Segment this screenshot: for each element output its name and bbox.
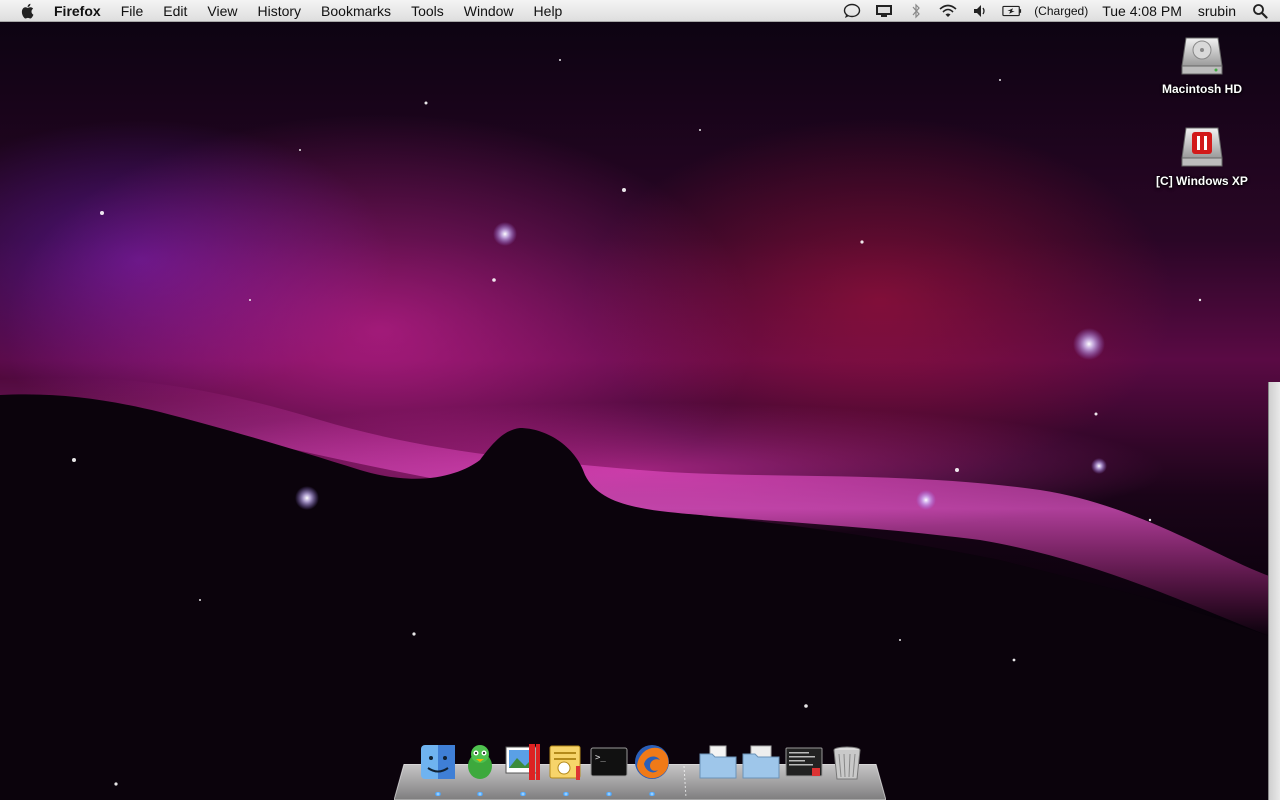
desktop[interactable]: Firefox File Edit View History Bookmarks… <box>0 0 1280 800</box>
chat-bubble-icon[interactable] <box>842 3 862 19</box>
battery-icon[interactable] <box>1002 3 1022 19</box>
desktop-icon-label: Macintosh HD <box>1161 82 1242 96</box>
apple-menu-icon[interactable] <box>18 1 38 21</box>
running-indicator <box>563 792 569 796</box>
dock-ical[interactable] <box>546 742 586 782</box>
offscreen-window-edge[interactable] <box>1268 382 1280 800</box>
dock-terminal[interactable]: >_ <box>589 742 629 782</box>
menu-window[interactable]: Window <box>454 0 524 22</box>
windows-drive-icon <box>1178 122 1226 170</box>
dock-downloads-folder[interactable] <box>741 742 781 782</box>
dock-preview[interactable] <box>503 742 543 782</box>
menu-file[interactable]: File <box>111 0 154 22</box>
running-indicator <box>606 792 612 796</box>
menu-edit[interactable]: Edit <box>153 0 197 22</box>
downloads-folder-icon <box>742 745 780 779</box>
menu-help[interactable]: Help <box>524 0 573 22</box>
firefox-icon <box>635 745 669 779</box>
finder-icon <box>421 745 455 779</box>
desktop-icon-windows-xp[interactable]: [C] Windows XP <box>1147 122 1257 188</box>
wallpaper-nebula <box>0 59 1280 800</box>
menu-history[interactable]: History <box>247 0 311 22</box>
running-indicator <box>435 792 441 796</box>
dock: >_ <box>394 738 886 800</box>
dock-finder[interactable] <box>418 742 458 782</box>
dock-trash[interactable] <box>827 742 867 782</box>
wifi-icon[interactable] <box>938 3 958 19</box>
display-mirroring-icon[interactable] <box>874 3 894 19</box>
adium-icon <box>468 745 492 779</box>
bluetooth-icon[interactable] <box>906 3 926 19</box>
volume-icon[interactable] <box>970 3 990 19</box>
menu-app-name[interactable]: Firefox <box>52 0 111 22</box>
status-menus: (Charged) Tue 4:08 PM srubin <box>836 0 1280 21</box>
menu-tools[interactable]: Tools <box>401 0 454 22</box>
menu-clock[interactable]: Tue 4:08 PM <box>1102 3 1182 19</box>
menu-bookmarks[interactable]: Bookmarks <box>311 0 401 22</box>
terminal-icon: >_ <box>590 747 628 777</box>
dock-documents-folder[interactable] <box>698 742 738 782</box>
trash-icon <box>833 746 861 780</box>
menu-bar: Firefox File Edit View History Bookmarks… <box>0 0 1280 22</box>
spotlight-search-icon[interactable] <box>1250 3 1270 19</box>
desktop-icon-macintosh-hd[interactable]: Macintosh HD <box>1147 30 1257 96</box>
preview-icon <box>505 744 540 780</box>
dock-firefox[interactable] <box>632 742 672 782</box>
menu-view[interactable]: View <box>197 0 247 22</box>
battery-status-text[interactable]: (Charged) <box>1034 4 1088 18</box>
dock-adium[interactable] <box>460 742 500 782</box>
running-indicator <box>520 792 526 796</box>
menu-user-name[interactable]: srubin <box>1198 3 1236 19</box>
console-icon <box>785 747 823 777</box>
desktop-icon-label: [C] Windows XP <box>1156 174 1248 188</box>
running-indicator <box>649 792 655 796</box>
running-indicator <box>477 792 483 796</box>
documents-folder-icon <box>699 745 737 779</box>
dock-console[interactable] <box>784 742 824 782</box>
ical-icon <box>549 745 581 780</box>
hard-drive-icon <box>1178 30 1226 78</box>
svg-text:>_: >_ <box>595 753 606 763</box>
